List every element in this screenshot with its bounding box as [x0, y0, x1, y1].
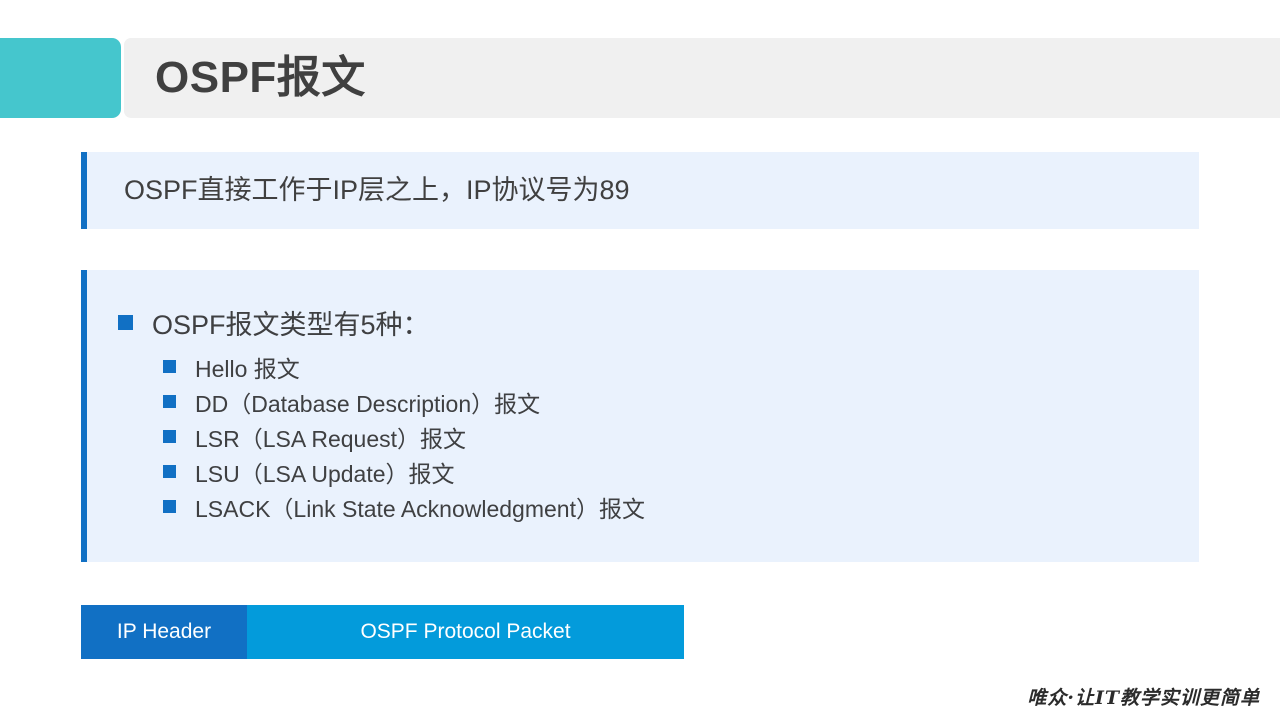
footer-branding: 唯众·让IT教学实训更简单 [1027, 687, 1260, 709]
square-bullet-icon [163, 500, 176, 513]
list-item-label: Hello 报文 [195, 355, 300, 382]
quote-accent-bar [81, 152, 87, 229]
header-teal-accent [0, 38, 121, 118]
packet-segment-ospf-payload: OSPF Protocol Packet [247, 605, 684, 659]
list-item-label: LSU（LSA Update）报文 [195, 460, 455, 487]
list-item: LSACK（Link State Acknowledgment）报文 [163, 489, 645, 524]
list-item-label: LSR（LSA Request）报文 [195, 425, 467, 452]
list-item-label: DD（Database Description）报文 [195, 390, 541, 417]
content-panel: OSPF报文类型有5种： Hello 报文 DD（Database Descri… [81, 270, 1199, 562]
list-item: DD（Database Description）报文 [163, 384, 645, 419]
list-item: Hello 报文 [163, 349, 645, 384]
packet-segment-ip-header: IP Header [81, 605, 247, 659]
quote-callout: OSPF直接工作于IP层之上，IP协议号为89 [81, 152, 1199, 229]
square-bullet-icon [163, 395, 176, 408]
square-bullet-icon [163, 430, 176, 443]
page-title: OSPF报文 [155, 53, 366, 102]
list-item: LSU（LSA Update）报文 [163, 454, 645, 489]
square-bullet-icon [163, 360, 176, 373]
list-item: LSR（LSA Request）报文 [163, 419, 645, 454]
square-bullet-icon [163, 465, 176, 478]
list-item-label: LSACK（Link State Acknowledgment）报文 [195, 495, 645, 522]
sub-bullet-list: Hello 报文 DD（Database Description）报文 LSR（… [163, 349, 645, 524]
panel-accent-bar [81, 270, 87, 562]
quote-text: OSPF直接工作于IP层之上，IP协议号为89 [124, 175, 630, 205]
main-bullet-label: OSPF报文类型有5种： [152, 310, 430, 340]
packet-structure-diagram: IP Header OSPF Protocol Packet [81, 605, 684, 659]
slide-header: OSPF报文 [0, 38, 1280, 118]
square-bullet-icon [118, 315, 133, 330]
main-bullet-row: OSPF报文类型有5种： [118, 303, 430, 342]
